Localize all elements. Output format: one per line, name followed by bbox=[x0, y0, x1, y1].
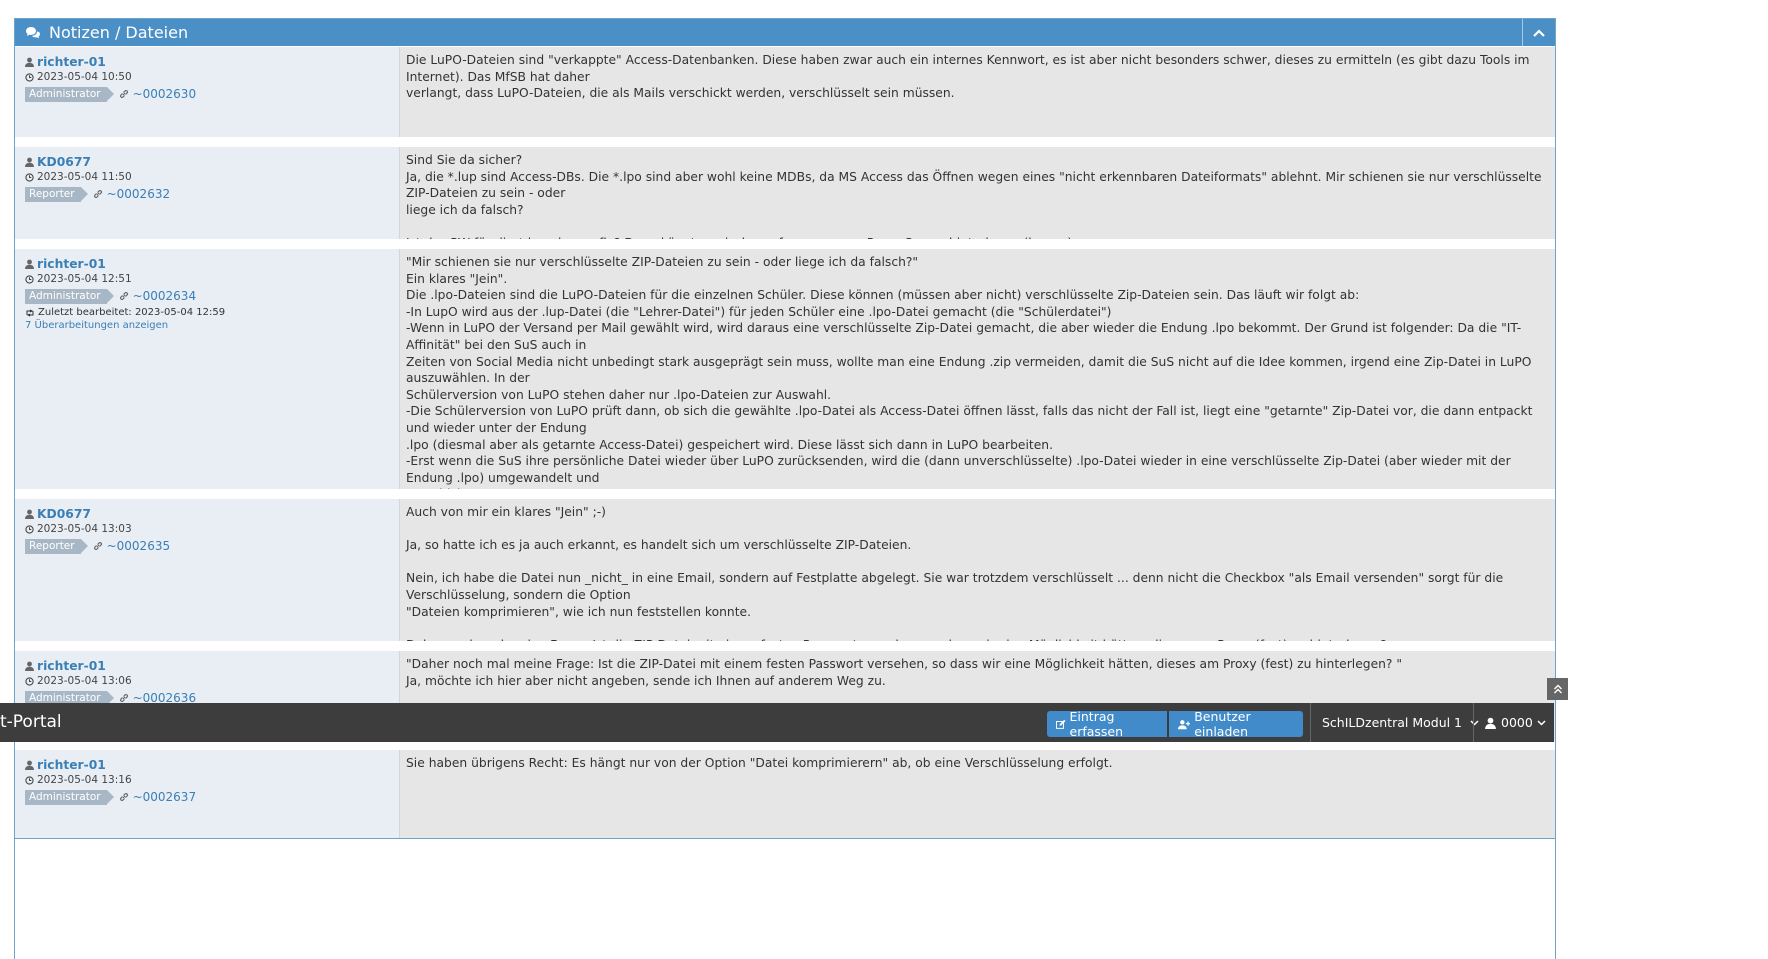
role-badge: Reporter bbox=[25, 538, 88, 554]
clock-icon bbox=[25, 524, 34, 534]
user-menu-dropdown[interactable]: 0000 bbox=[1485, 703, 1546, 742]
role-badge: Reporter bbox=[25, 186, 88, 202]
note-permalink[interactable]: ~0002632 bbox=[93, 187, 170, 201]
note-separator bbox=[15, 641, 1555, 651]
note-permalink[interactable]: ~0002635 bbox=[93, 539, 170, 553]
clock-icon bbox=[25, 72, 34, 82]
navbar-divider bbox=[1310, 703, 1311, 742]
navbar-brand[interactable]: rt-Portal bbox=[0, 703, 62, 742]
link-icon bbox=[93, 542, 102, 550]
user-icon bbox=[25, 57, 34, 67]
note-user-link[interactable]: richter-01 bbox=[25, 658, 399, 673]
chevron-down-icon bbox=[1537, 719, 1546, 726]
note-meta: KD0677 2023-05-04 11:50 Reporter ~0002632 bbox=[15, 147, 400, 239]
clock-icon bbox=[25, 274, 34, 284]
fixed-navbar: rt-Portal Eintrag erfassen Benutzer einl… bbox=[0, 703, 1554, 742]
note-item: KD0677 2023-05-04 11:50 Reporter ~0002632… bbox=[15, 147, 1555, 250]
note-user-link[interactable]: richter-01 bbox=[25, 256, 399, 271]
note-user-link[interactable]: richter-01 bbox=[25, 757, 399, 772]
note-permalink[interactable]: ~0002637 bbox=[119, 790, 196, 804]
note-date: 2023-05-04 10:50 bbox=[25, 69, 399, 85]
panel-header: Notizen / Dateien bbox=[15, 19, 1555, 46]
link-icon bbox=[119, 694, 128, 702]
note-user-link[interactable]: KD0677 bbox=[25, 154, 399, 169]
note-permalink[interactable]: ~0002634 bbox=[119, 289, 196, 303]
note-permalink[interactable]: ~0002630 bbox=[119, 87, 196, 101]
edited-info: Zuletzt bearbeitet: 2023-05-04 12:59 bbox=[25, 307, 399, 318]
invite-user-button[interactable]: Benutzer einladen bbox=[1169, 709, 1303, 739]
role-badge: Administrator bbox=[25, 789, 114, 805]
comments-icon bbox=[26, 26, 40, 38]
clock-icon bbox=[25, 172, 34, 182]
note-item: KD0677 2023-05-04 13:03 Reporter ~0002635… bbox=[15, 499, 1555, 652]
edit-icon bbox=[1056, 719, 1066, 729]
link-icon bbox=[119, 90, 128, 98]
scroll-to-top-button[interactable] bbox=[1547, 678, 1568, 700]
collapse-button[interactable] bbox=[1522, 19, 1555, 46]
link-icon bbox=[119, 292, 128, 300]
note-text: Die LuPO-Dateien sind "verkappte" Access… bbox=[400, 47, 1555, 137]
note-date: 2023-05-04 13:06 bbox=[25, 673, 399, 689]
chevron-down-icon bbox=[1470, 719, 1479, 726]
note-meta: richter-01 2023-05-04 13:16 Administrato… bbox=[15, 750, 400, 838]
note-text: "Mir schienen sie nur verschlüsselte ZIP… bbox=[400, 249, 1555, 568]
show-revisions-link[interactable]: 7 Überarbeitungen anzeigen bbox=[25, 320, 399, 331]
user-icon bbox=[25, 760, 34, 770]
user-icon bbox=[25, 509, 34, 519]
note-user-link[interactable]: KD0677 bbox=[25, 506, 399, 521]
clock-icon bbox=[25, 775, 34, 785]
panel-bottom bbox=[15, 838, 1555, 959]
note-item: richter-01 2023-05-04 10:50 Administrato… bbox=[15, 47, 1555, 137]
link-icon bbox=[93, 190, 102, 198]
role-badge: Administrator bbox=[25, 86, 114, 102]
note-user-link[interactable]: richter-01 bbox=[25, 54, 399, 69]
double-chevron-up-icon bbox=[1553, 684, 1562, 694]
note-meta: KD0677 2023-05-04 13:03 Reporter ~0002635 bbox=[15, 499, 400, 641]
note-date: 2023-05-04 13:16 bbox=[25, 772, 399, 788]
note-separator bbox=[15, 489, 1555, 499]
retweet-icon bbox=[26, 309, 34, 316]
role-badge: Administrator bbox=[25, 288, 114, 304]
note-meta: richter-01 2023-05-04 10:50 Administrato… bbox=[15, 47, 400, 137]
note-text: Auch von mir ein klares "Jein" ;-) Ja, s… bbox=[400, 499, 1555, 652]
chevron-up-icon bbox=[1533, 28, 1545, 37]
user-plus-icon bbox=[1178, 719, 1191, 729]
note-date: 2023-05-04 13:03 bbox=[25, 521, 399, 537]
user-icon bbox=[1485, 717, 1496, 729]
user-icon bbox=[25, 259, 34, 269]
note-item: richter-01 2023-05-04 13:16 Administrato… bbox=[15, 750, 1555, 838]
notes-panel: Notizen / Dateien richter-01 2023-05-04 … bbox=[14, 18, 1556, 959]
note-date: 2023-05-04 11:50 bbox=[25, 169, 399, 185]
note-date: 2023-05-04 12:51 bbox=[25, 271, 399, 287]
note-separator bbox=[15, 137, 1555, 147]
link-icon bbox=[119, 793, 128, 801]
note-meta: richter-01 2023-05-04 12:51 Administrato… bbox=[15, 249, 400, 489]
user-icon bbox=[25, 157, 34, 167]
note-item: richter-01 2023-05-04 12:51 Administrato… bbox=[15, 249, 1555, 568]
panel-title: Notizen / Dateien bbox=[49, 23, 189, 42]
new-entry-button[interactable]: Eintrag erfassen bbox=[1047, 709, 1167, 739]
note-text: Sie haben übrigens Recht: Es hängt nur v… bbox=[400, 750, 1555, 838]
project-dropdown[interactable]: SchILDzentral Modul 1 bbox=[1322, 703, 1479, 742]
clock-icon bbox=[25, 676, 34, 686]
note-separator bbox=[15, 239, 1555, 249]
note-text: Sind Sie da sicher? Ja, die *.lup sind A… bbox=[400, 147, 1555, 250]
user-icon bbox=[25, 661, 34, 671]
navbar-divider bbox=[1473, 703, 1474, 742]
